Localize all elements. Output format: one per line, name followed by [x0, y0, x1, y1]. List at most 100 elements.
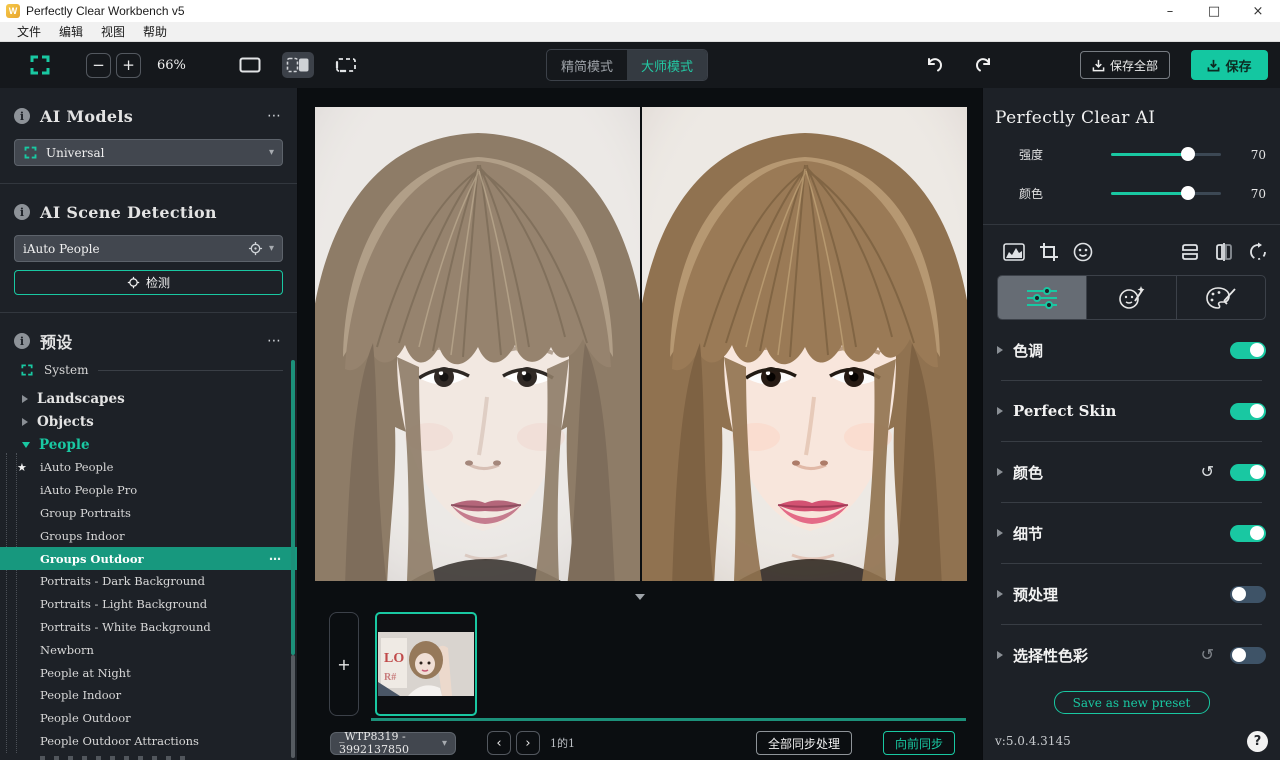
- redo-button[interactable]: [968, 50, 998, 80]
- preset-item-clipped[interactable]: [40, 756, 190, 760]
- scene-value: iAuto People: [23, 241, 100, 256]
- preset-item[interactable]: People Indoor: [0, 684, 297, 707]
- color-slider[interactable]: [1111, 186, 1221, 200]
- preset-item[interactable]: People Outdoor: [0, 707, 297, 730]
- slider-knob[interactable]: [1181, 186, 1195, 200]
- strength-slider[interactable]: [1111, 147, 1221, 161]
- color-label: 颜色: [1019, 187, 1044, 201]
- maximize-button[interactable]: □: [1192, 0, 1236, 22]
- save-preset-button[interactable]: Save as new preset: [1053, 691, 1210, 714]
- zoom-out-button[interactable]: −: [86, 52, 111, 78]
- selective-color-toggle[interactable]: [1230, 646, 1266, 664]
- sync-forward-button[interactable]: 向前同步: [883, 731, 955, 755]
- ai-model-select[interactable]: Universal ▾: [14, 139, 283, 166]
- face-icon[interactable]: [1073, 242, 1093, 262]
- section-preprocess[interactable]: 预处理: [997, 574, 1266, 614]
- section-perfect-skin[interactable]: Perfect Skin: [997, 391, 1266, 431]
- sidebar-scrollbar-track[interactable]: [291, 655, 295, 758]
- minimize-button[interactable]: –: [1148, 0, 1192, 22]
- close-button[interactable]: ×: [1236, 0, 1280, 22]
- scene-select[interactable]: iAuto People ▾: [14, 235, 283, 262]
- preset-item[interactable]: Portraits - White Background: [0, 616, 297, 639]
- split-view-button[interactable]: [281, 52, 314, 78]
- undo-icon: [928, 58, 942, 72]
- target-icon: [127, 276, 140, 289]
- preset-item[interactable]: Group Portraits: [0, 502, 297, 525]
- scene-detection-title: AI Scene Detection: [40, 202, 217, 222]
- preprocess-toggle[interactable]: [1230, 585, 1266, 603]
- preset-item[interactable]: Newborn: [0, 638, 297, 661]
- preset-item[interactable]: Portraits - Dark Background: [0, 570, 297, 593]
- sidebar-scrollbar-thumb[interactable]: [291, 360, 295, 655]
- detect-button[interactable]: 检测: [14, 270, 283, 295]
- info-icon[interactable]: i: [14, 333, 30, 349]
- tab-adjustments[interactable]: [998, 276, 1087, 319]
- reset-icon[interactable]: ↺: [1201, 464, 1214, 480]
- save-all-button[interactable]: 保存全部: [1080, 51, 1170, 79]
- save-button[interactable]: 保存: [1191, 50, 1268, 80]
- filmstrip-scrollbar[interactable]: [371, 718, 966, 721]
- reset-icon[interactable]: ↺: [1201, 647, 1214, 663]
- tree-group-landscapes[interactable]: Landscapes: [0, 387, 297, 410]
- tab-master-mode[interactable]: 大师模式: [627, 50, 708, 80]
- color-toggle[interactable]: [1230, 463, 1266, 481]
- section-color[interactable]: 颜色 ↺: [997, 452, 1266, 492]
- next-image-button[interactable]: ›: [516, 731, 540, 755]
- presets-system-root[interactable]: System: [20, 363, 283, 377]
- section-details[interactable]: 细节: [997, 513, 1266, 553]
- preset-item[interactable]: Groups Indoor: [0, 524, 297, 547]
- sync-all-button[interactable]: 全部同步处理: [756, 731, 852, 755]
- collapsed-arrow-icon: [997, 590, 1003, 598]
- single-view-button[interactable]: [234, 52, 266, 78]
- tree-group-people[interactable]: People: [0, 433, 297, 456]
- more-menu-icon[interactable]: ⋯: [267, 108, 283, 124]
- more-menu-icon[interactable]: ⋯: [267, 333, 283, 349]
- add-image-button[interactable]: +: [329, 612, 359, 716]
- crop-icon[interactable]: [1039, 242, 1059, 262]
- preset-item[interactable]: iAuto People Pro: [0, 479, 297, 502]
- filmstrip-thumbnail[interactable]: [375, 612, 477, 716]
- image-viewer: + _WTP8319 - 3992137850 ▾ ‹ › 1的1 全部同步处理…: [299, 88, 982, 760]
- perfect-skin-toggle[interactable]: [1230, 402, 1266, 420]
- tool-icon-row: [1003, 239, 1268, 265]
- preset-item-selected[interactable]: Groups Outdoor ⋯: [0, 547, 297, 570]
- help-button[interactable]: ?: [1247, 731, 1268, 752]
- preset-item[interactable]: ★ iAuto People: [0, 456, 297, 479]
- compare-view-button[interactable]: [330, 52, 362, 78]
- menu-edit[interactable]: 编辑: [50, 22, 92, 42]
- rotate-icon[interactable]: [1248, 242, 1268, 262]
- info-icon[interactable]: i: [14, 204, 30, 220]
- split-vertical-icon[interactable]: [1214, 242, 1234, 262]
- undo-button[interactable]: [920, 50, 950, 80]
- menu-help[interactable]: 帮助: [134, 22, 176, 42]
- save-all-label: 保存全部: [1109, 58, 1158, 73]
- tone-toggle[interactable]: [1230, 341, 1266, 359]
- tab-simple-mode[interactable]: 精简模式: [547, 50, 627, 80]
- before-after-compare[interactable]: [315, 107, 967, 581]
- filmstrip-collapse-icon[interactable]: [635, 594, 645, 600]
- tab-retouch[interactable]: [1086, 276, 1175, 319]
- preset-item[interactable]: People at Night: [0, 661, 297, 684]
- section-label: 预处理: [1013, 585, 1059, 604]
- zoom-in-button[interactable]: +: [116, 52, 141, 78]
- section-tone[interactable]: 色调: [997, 330, 1266, 370]
- histogram-icon[interactable]: [1003, 243, 1025, 261]
- previous-image-button[interactable]: ‹: [487, 731, 511, 755]
- panel-title: Perfectly Clear AI: [995, 108, 1156, 128]
- group-label: People: [39, 436, 90, 453]
- details-toggle[interactable]: [1230, 524, 1266, 542]
- file-select[interactable]: _WTP8319 - 3992137850 ▾: [330, 730, 456, 756]
- section-selective-color[interactable]: 选择性色彩 ↺: [997, 635, 1266, 675]
- menu-view[interactable]: 视图: [92, 22, 134, 42]
- info-icon[interactable]: i: [14, 108, 30, 124]
- color-value: 70: [1250, 186, 1266, 201]
- preset-label: People Outdoor: [40, 711, 131, 726]
- more-menu-icon[interactable]: ⋯: [269, 552, 283, 566]
- preset-item[interactable]: People Outdoor Attractions: [0, 730, 297, 753]
- tab-color-paint[interactable]: [1175, 276, 1265, 319]
- slider-knob[interactable]: [1181, 147, 1195, 161]
- preset-item[interactable]: Portraits - Light Background: [0, 593, 297, 616]
- split-horizontal-icon[interactable]: [1180, 242, 1200, 262]
- menu-file[interactable]: 文件: [8, 22, 50, 42]
- tree-group-objects[interactable]: Objects: [0, 410, 297, 433]
